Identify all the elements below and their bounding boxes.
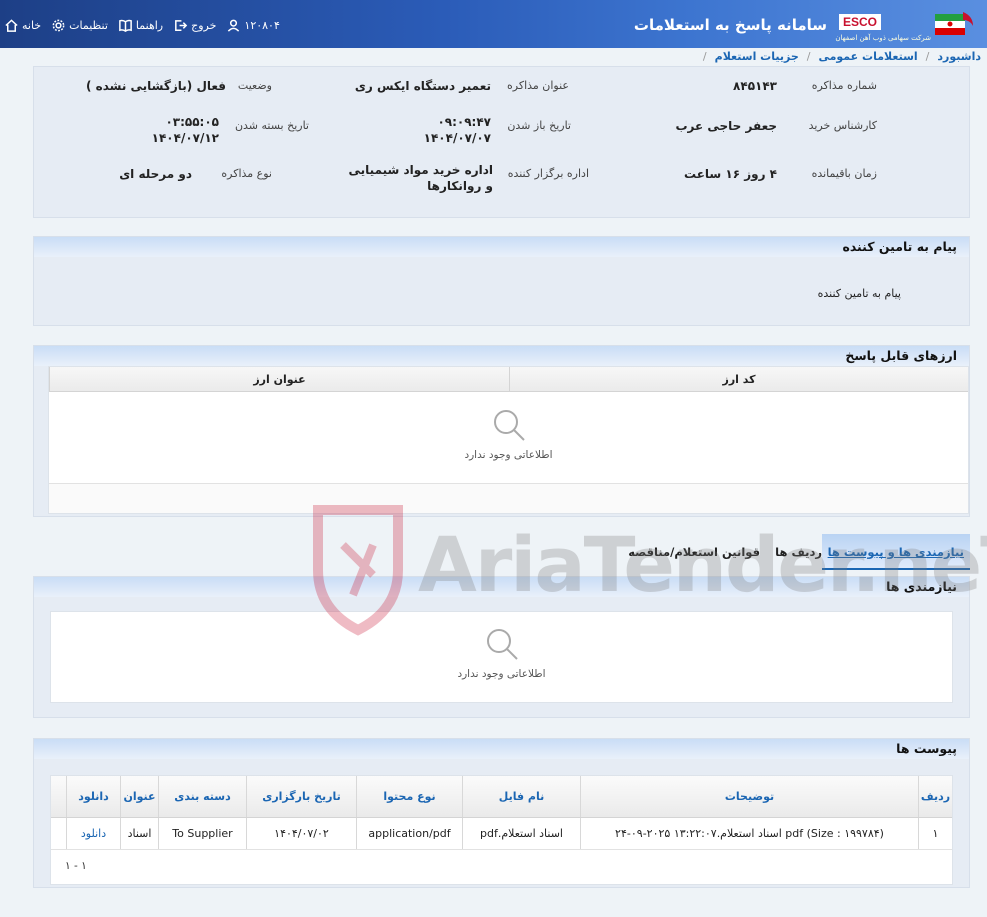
pager-info: ۱ - ۱ [65,860,87,872]
grid-header: کد ارز عنوان ارز [49,367,968,392]
nav-logout-label: خروج [191,19,217,32]
brand-subtitle: شرکت سهامی ذوب آهن اصفهان [835,34,931,42]
requirements-grid: اطلاعاتی وجود ندارد [50,611,953,703]
gear-icon [52,19,65,32]
section-title: ارزهای قابل پاسخ [34,346,969,366]
section-title: پیام به تامین کننده [34,237,969,257]
column-title[interactable]: عنوان [120,776,158,817]
tab-inquiry-rules[interactable]: قوانین استعلام/مناقصه [628,534,760,570]
empty-state: اطلاعاتی وجود ندارد [49,407,968,461]
supplier-message-panel: پیام به تامین کننده پیام به تامین کننده [33,236,970,326]
download-link[interactable]: دانلود [66,818,120,849]
remaining-time-value: ۴ روز ۱۶ ساعت [683,167,777,181]
cell-row: ۱ [918,818,952,849]
column-row[interactable]: ردیف [918,776,952,817]
table-row: ۱ pdf (Size : ۱۹۹۷۸۴) اسناد استعلام.۱۳:۲… [51,818,952,850]
requirements-panel: نیازمندی ها اطلاعاتی وجود ندارد [33,576,970,718]
column-description[interactable]: توضیحات [580,776,918,817]
negotiation-number-value: ۸۴۵۱۴۳ [733,79,777,93]
section-title: پیوست ها [34,739,969,759]
organizer-value-line2: و روانکارها [427,179,493,193]
iran-flag-logo [927,6,979,46]
field-organizer: اداره برگزار کننده اداره خرید مواد شیمیا… [349,163,589,199]
nav-logout[interactable]: خروج [173,18,216,33]
grid-footer [49,483,968,513]
currencies-panel: ارزهای قابل پاسخ کد ارز عنوان ارز اطلاعا… [33,345,970,517]
field-label: عنوان مذاکره [507,79,569,92]
open-date-value: ۱۴۰۴/۰۷/۰۷ [423,131,491,145]
user-icon [228,19,240,32]
supplier-message-text: پیام به تامین کننده [817,287,901,300]
organizer-value-line1: اداره خرید مواد شیمیایی [348,163,493,177]
column-currency-code[interactable]: کد ارز [509,367,968,391]
currencies-grid: کد ارز عنوان ارز اطلاعاتی وجود ندارد [48,366,969,514]
field-label: شماره مذاکره [811,79,877,92]
nav-settings-label: تنظیمات [69,19,108,32]
field-label: نوع مذاکره [221,167,272,180]
field-label: کارشناس خرید [808,119,877,132]
close-time-value: ۰۳:۵۵:۰۵ [165,115,219,129]
column-download[interactable]: دانلود [66,776,120,817]
magnifier-icon [493,410,525,441]
negotiation-title-value: تعمیر دستگاه ایکس ری [354,79,491,93]
field-label: وضعیت [237,79,272,92]
negotiation-type-value: دو مرحله ای [119,167,192,181]
purchase-expert-value: جعفر حاجی عرب [675,119,777,133]
attachments-panel: پیوست ها ردیف توضیحات نام فایل نوع محتوا… [33,738,970,888]
breadcrumb: داشبورد / استعلامات عمومی / جزییات استعل… [0,48,981,65]
breadcrumb-separator: / [806,50,811,63]
field-label: اداره برگزار کننده [507,167,589,180]
nav-home-label: خانه [22,19,42,32]
nav-help[interactable]: راهنما [118,18,163,33]
close-date-value: ۱۴۰۴/۰۷/۱۲ [151,131,219,145]
nav-help-label: راهنما [135,19,164,32]
home-icon [5,19,18,32]
cell-content-type: application/pdf [356,818,462,849]
magnifier-icon [486,629,518,660]
breadcrumb-separator: / [925,50,930,63]
column-content-type[interactable]: نوع محتوا [356,776,462,817]
top-bar: ESCO شرکت سهامی ذوب آهن اصفهان سامانه پا… [0,0,987,48]
section-title: نیازمندی ها [34,577,969,597]
app-title: سامانه پاسخ به استعلامات [633,16,827,34]
user-id: ۱۲۰۸۰۴ [244,19,280,32]
cell-upload-date: ۱۴۰۴/۰۷/۰۲ [246,818,356,849]
empty-state: اطلاعاتی وجود ندارد [51,626,952,680]
field-label: زمان باقیمانده [811,167,877,180]
empty-text: اطلاعاتی وجود ندارد [464,449,553,461]
field-label: تاریخ بسته شدن [234,119,309,132]
field-close-date: تاریخ بسته شدن ۰۳:۵۵:۰۵ ۱۴۰۴/۰۷/۱۲ [49,115,309,155]
book-icon [119,19,132,33]
open-time-value: ۰۹:۰۹:۴۷ [437,115,491,129]
column-category[interactable]: دسته بندی [158,776,246,817]
breadcrumb-inquiry-details[interactable]: جزییات استعلام [715,50,799,63]
brand-label: ESCO [838,14,881,30]
tab-requirements-attachments[interactable]: نیازمندی ها و پیوست ها [821,534,970,570]
column-file-name[interactable]: نام فایل [462,776,580,817]
inquiry-details-panel: شماره مذاکره ۸۴۵۱۴۳ کارشناس خرید جعفر حا… [33,66,970,218]
breadcrumb-public-inquiries[interactable]: استعلامات عمومی [818,50,917,63]
column-currency-title[interactable]: عنوان ارز [49,367,509,391]
empty-text: اطلاعاتی وجود ندارد [457,668,546,680]
tab-bar: نیازمندی ها و پیوست ها ردیف ها قوانین اس… [33,534,970,574]
tab-rows[interactable]: ردیف ها [775,534,822,570]
cell-category: To Supplier [158,818,246,849]
nav-home[interactable]: خانه [4,18,41,33]
column-upload-date[interactable]: تاریخ بارگزاری [246,776,356,817]
breadcrumb-separator: / [702,50,707,63]
cell-title: اسناد [120,818,158,849]
field-open-date: تاریخ باز شدن ۰۹:۰۹:۴۷ ۱۴۰۴/۰۷/۰۷ [351,115,571,155]
field-label: تاریخ باز شدن [507,119,571,132]
nav-user[interactable]: ۱۲۰۸۰۴ [226,18,280,33]
cell-file-name: اسناد استعلام.pdf [462,818,580,849]
status-value: فعال (بازگشایی نشده ) [85,79,226,93]
top-nav: خانه تنظیمات راهنما خروج ۱۲۰۸۰۴ [4,18,280,33]
grid-header: ردیف توضیحات نام فایل نوع محتوا تاریخ با… [51,776,952,818]
attachments-grid: ردیف توضیحات نام فایل نوع محتوا تاریخ با… [50,775,953,885]
nav-settings[interactable]: تنظیمات [51,18,108,33]
logout-icon [175,20,188,31]
cell-description: pdf (Size : ۱۹۹۷۸۴) اسناد استعلام.۱۳:۲۲:… [580,818,918,849]
breadcrumb-dashboard[interactable]: داشبورد [937,50,981,63]
